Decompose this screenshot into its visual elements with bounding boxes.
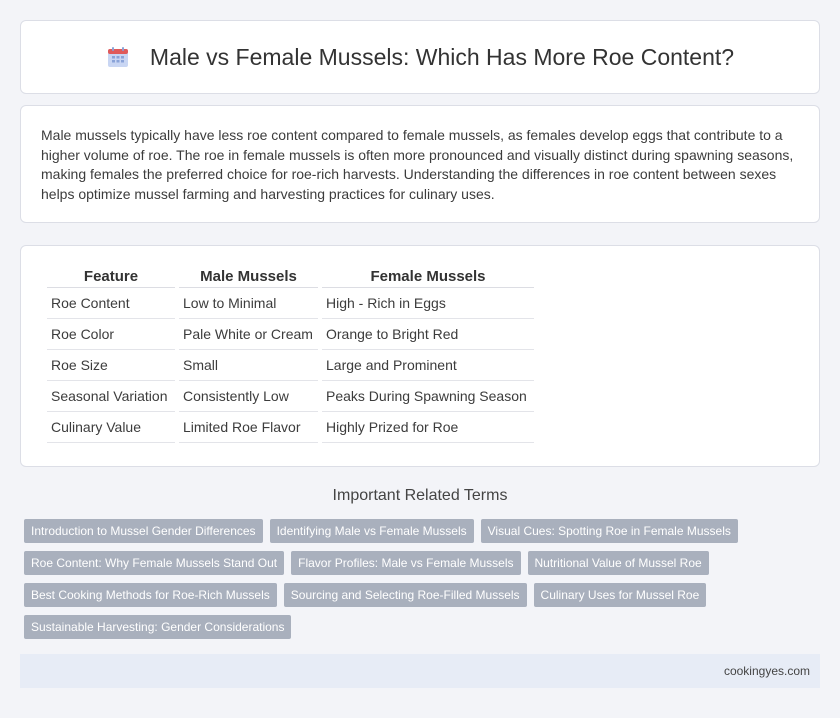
- table-row: Seasonal Variation Consistently Low Peak…: [47, 381, 534, 412]
- table-cell: Seasonal Variation: [47, 381, 175, 412]
- table-cell: Small: [179, 350, 318, 381]
- header-card: Male vs Female Mussels: Which Has More R…: [20, 20, 820, 94]
- table-row: Roe Color Pale White or Cream Orange to …: [47, 319, 534, 350]
- comparison-table-card: Feature Male Mussels Female Mussels Roe …: [20, 245, 820, 467]
- intro-card: Male mussels typically have less roe con…: [20, 105, 820, 223]
- related-term-tag[interactable]: Culinary Uses for Mussel Roe: [533, 583, 707, 607]
- related-term-tag[interactable]: Sourcing and Selecting Roe-Filled Mussel…: [283, 583, 527, 607]
- table-row: Roe Content Low to Minimal High - Rich i…: [47, 288, 534, 319]
- column-header-female: Female Mussels: [322, 266, 534, 288]
- related-terms-heading: Important Related Terms: [332, 487, 508, 504]
- related-term-tag[interactable]: Roe Content: Why Female Mussels Stand Ou…: [24, 551, 285, 575]
- tag-row: Sustainable Harvesting: Gender Considera…: [24, 615, 814, 639]
- related-term-tag[interactable]: Nutritional Value of Mussel Roe: [527, 551, 709, 575]
- tag-row: Roe Content: Why Female Mussels Stand Ou…: [24, 551, 814, 575]
- table-cell: Consistently Low: [179, 381, 318, 412]
- column-header-feature: Feature: [47, 266, 175, 288]
- table-row: Culinary Value Limited Roe Flavor Highly…: [47, 412, 534, 443]
- table-row: Roe Size Small Large and Prominent: [47, 350, 534, 381]
- table-cell: Roe Content: [47, 288, 175, 319]
- related-term-tag[interactable]: Identifying Male vs Female Mussels: [269, 519, 474, 543]
- table-cell: High - Rich in Eggs: [322, 288, 534, 319]
- related-term-tag[interactable]: Visual Cues: Spotting Roe in Female Muss…: [480, 519, 738, 543]
- intro-paragraph: Male mussels typically have less roe con…: [41, 127, 794, 202]
- related-term-tag[interactable]: Flavor Profiles: Male vs Female Mussels: [291, 551, 521, 575]
- page-title: Male vs Female Mussels: Which Has More R…: [149, 43, 735, 70]
- table-cell: Peaks During Spawning Season: [322, 381, 534, 412]
- table-cell: Roe Color: [47, 319, 175, 350]
- table-cell: Highly Prized for Roe: [322, 412, 534, 443]
- table-cell: Limited Roe Flavor: [179, 412, 318, 443]
- footer: cookingyes.com: [20, 654, 820, 688]
- tag-row: Best Cooking Methods for Roe-Rich Mussel…: [24, 583, 814, 607]
- related-term-tag[interactable]: Introduction to Mussel Gender Difference…: [24, 519, 263, 543]
- comparison-table: Feature Male Mussels Female Mussels Roe …: [43, 266, 538, 443]
- footer-site-name[interactable]: cookingyes.com: [724, 664, 810, 678]
- calendar-icon: [106, 45, 130, 69]
- table-cell: Pale White or Cream: [179, 319, 318, 350]
- table-cell: Large and Prominent: [322, 350, 534, 381]
- column-header-male: Male Mussels: [179, 266, 318, 288]
- table-cell: Roe Size: [47, 350, 175, 381]
- table-cell: Orange to Bright Red: [322, 319, 534, 350]
- tag-row: Introduction to Mussel Gender Difference…: [24, 519, 814, 543]
- table-cell: Low to Minimal: [179, 288, 318, 319]
- related-terms-list: Introduction to Mussel Gender Difference…: [24, 519, 814, 647]
- related-term-tag[interactable]: Sustainable Harvesting: Gender Considera…: [24, 615, 292, 639]
- table-header-row: Feature Male Mussels Female Mussels: [47, 266, 534, 288]
- related-term-tag[interactable]: Best Cooking Methods for Roe-Rich Mussel…: [24, 583, 277, 607]
- table-cell: Culinary Value: [47, 412, 175, 443]
- title-row: Male vs Female Mussels: Which Has More R…: [106, 44, 734, 71]
